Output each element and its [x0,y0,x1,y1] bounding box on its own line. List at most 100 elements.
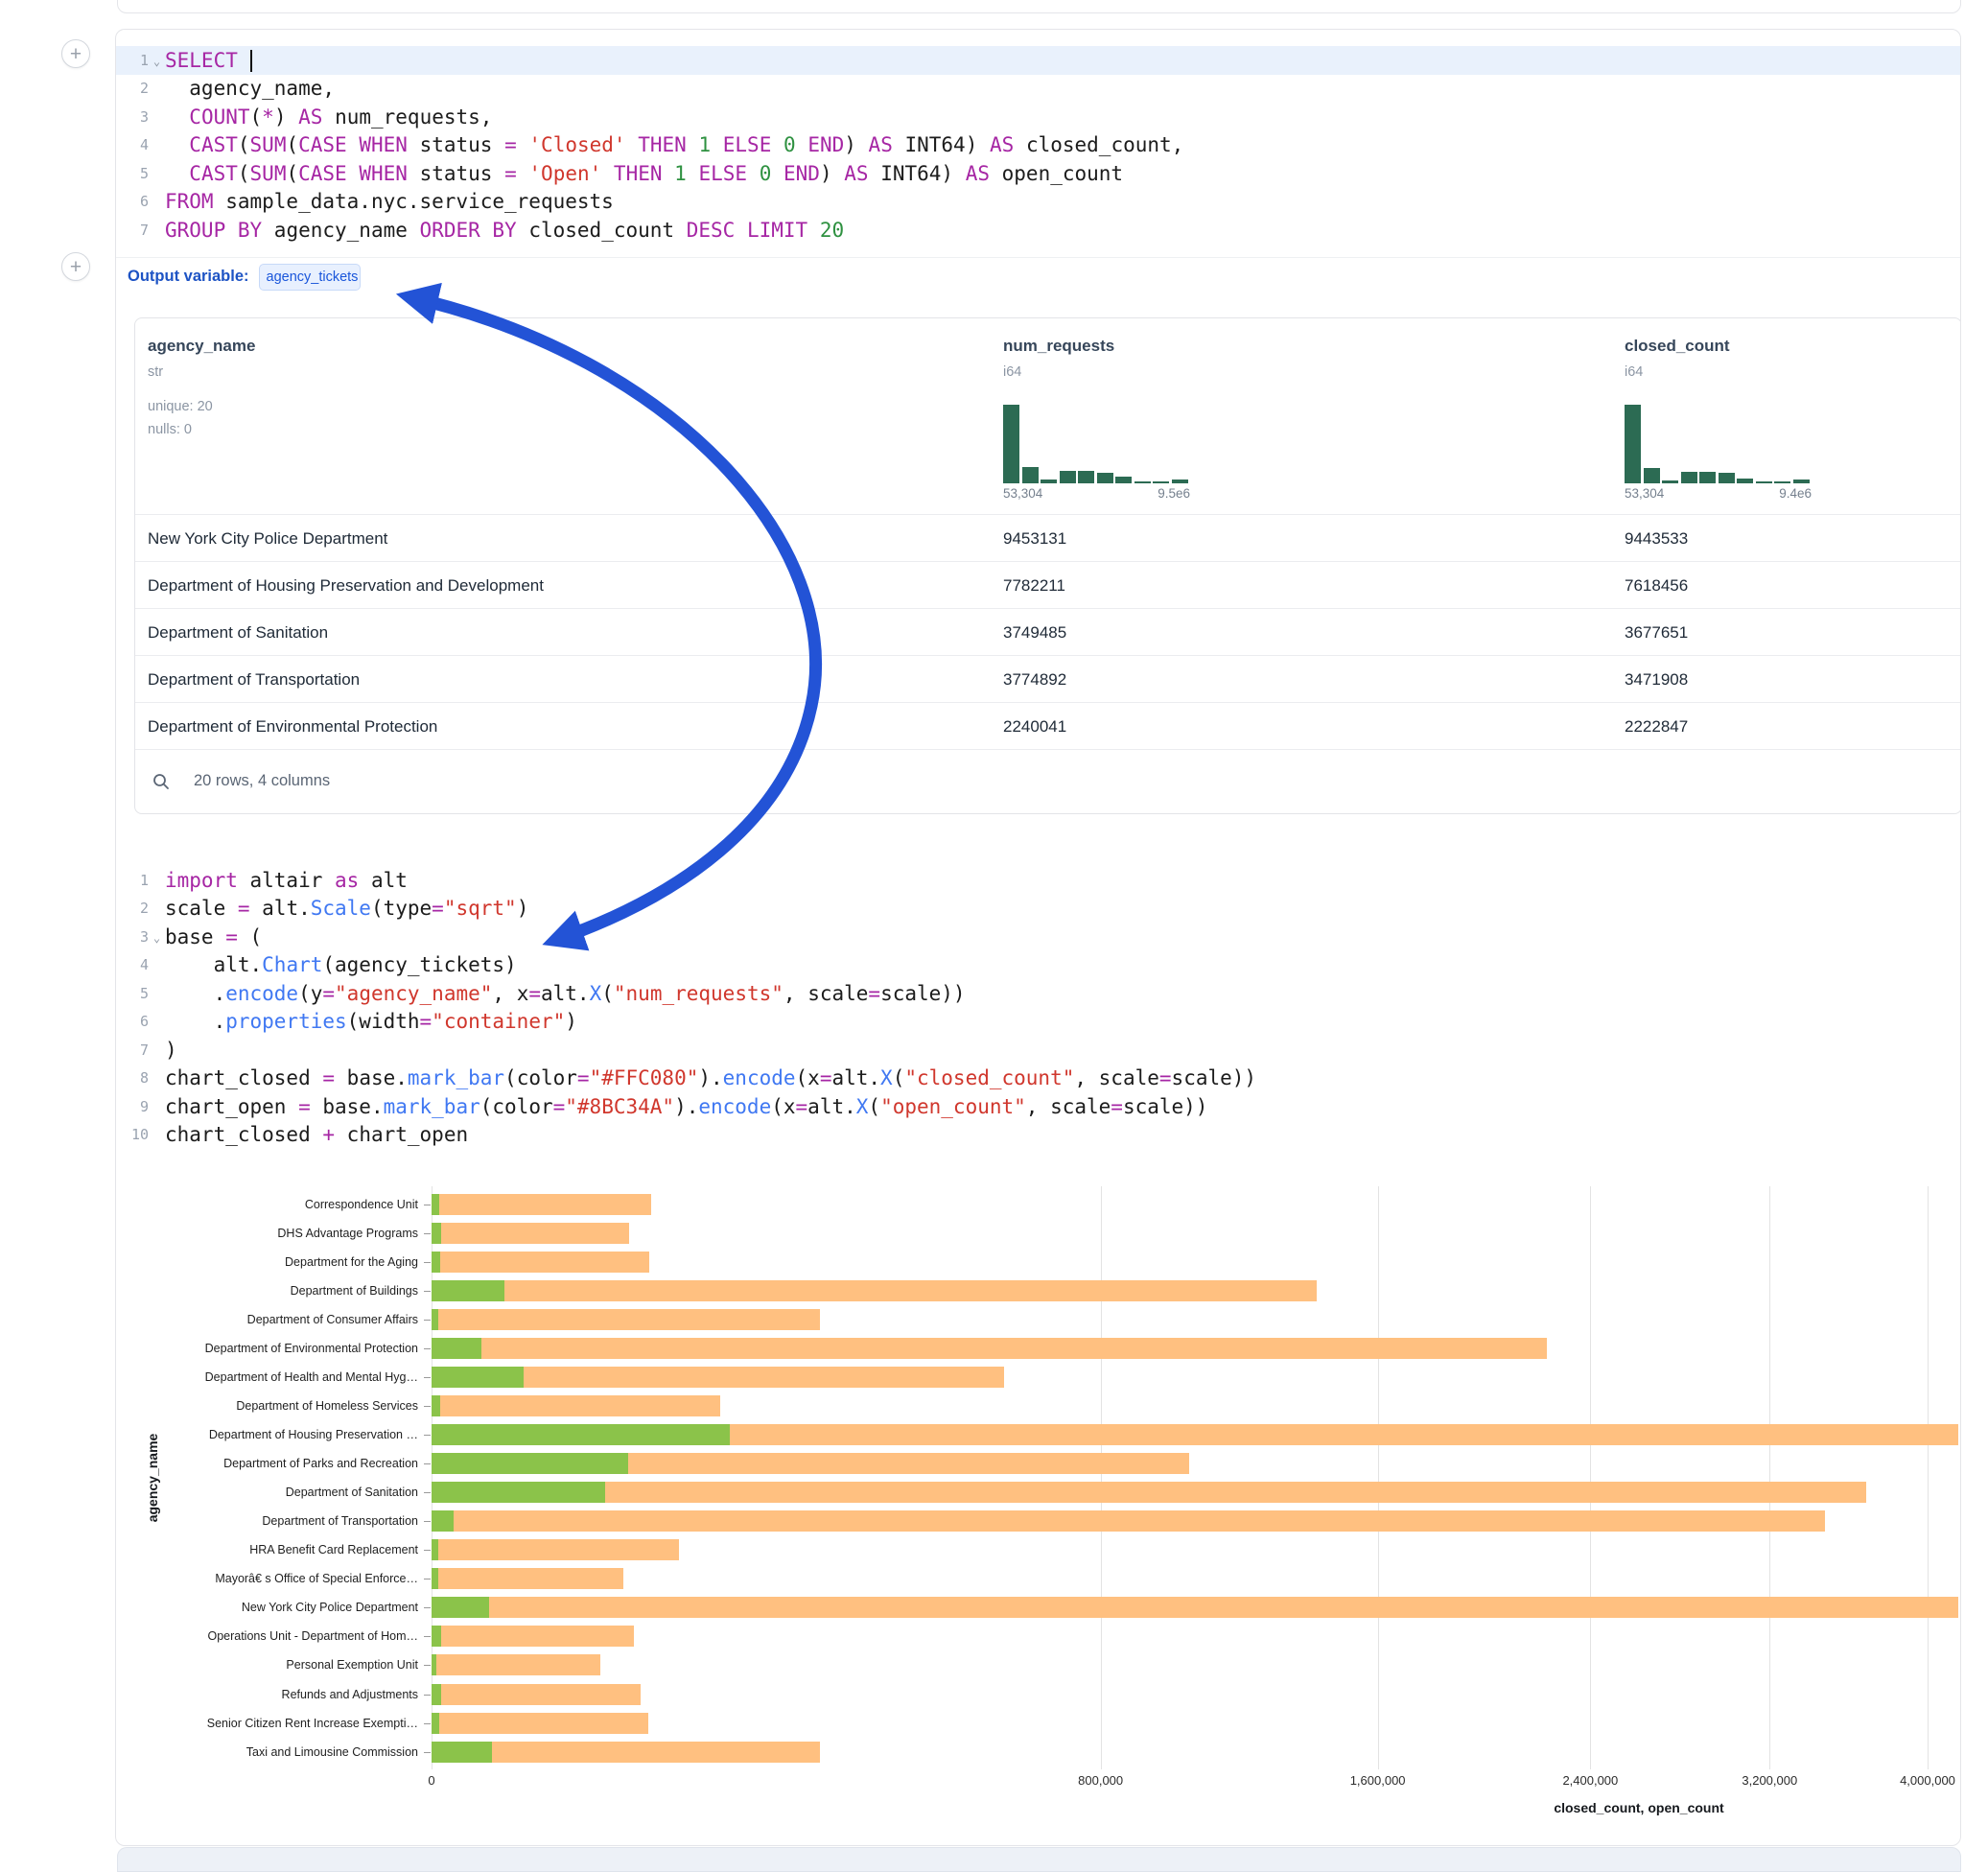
code-line[interactable]: 2 agency_name, [116,75,1960,104]
table-row[interactable]: Department of Housing Preservation and D… [135,561,1961,609]
y-axis-label: Operations Unit - Department of Hom… [116,1628,418,1644]
closed_count-bar[interactable] [432,1539,679,1560]
open_count-bar[interactable] [432,1713,439,1734]
output-variable-chip[interactable]: agency_tickets [259,264,361,291]
code-line[interactable]: 5 CAST(SUM(CASE WHEN status = 'Open' THE… [116,159,1960,188]
closed_count-bar[interactable] [432,1713,648,1734]
closed_count-bar[interactable] [432,1684,641,1705]
code-line[interactable]: 7GROUP BY agency_name ORDER BY closed_co… [116,216,1960,245]
open_count-bar[interactable] [432,1280,504,1301]
code-line[interactable]: 5 .encode(y="agency_name", x=alt.X("num_… [116,979,1960,1008]
closed_count-bar[interactable] [432,1654,600,1675]
code-line[interactable]: 6FROM sample_data.nyc.service_requests [116,188,1960,217]
table-row[interactable]: Department of Transportation377489234719… [135,655,1961,703]
table-cell: Department of Housing Preservation and D… [148,562,544,609]
code-line[interactable]: 1import altair as alt [116,866,1960,895]
fold-chevron-slot [149,1105,165,1108]
y-tick [424,1262,431,1263]
y-axis-label: New York City Police Department [116,1600,418,1615]
fold-chevron-icon[interactable]: ⌄ [149,52,165,68]
open_count-bar[interactable] [432,1194,439,1215]
line-number: 10 [116,1126,149,1143]
open_count-bar[interactable] [432,1654,436,1675]
code-line[interactable]: 3⌄base = ( [116,923,1960,951]
x-tick-label: 0 [428,1773,434,1788]
fold-chevron-slot [149,115,165,118]
closed_count-bar[interactable] [432,1280,1317,1301]
line-number: 7 [116,222,149,239]
code-line[interactable]: 4 alt.Chart(agency_tickets) [116,951,1960,980]
closed_count-bar[interactable] [432,1395,720,1416]
closed_count-bar[interactable] [432,1194,651,1215]
code-line[interactable]: 9chart_open = base.mark_bar(color="#8BC3… [116,1092,1960,1121]
closed_count-bar[interactable] [432,1252,649,1273]
code-line[interactable]: 3 COUNT(*) AS num_requests, [116,103,1960,131]
open_count-bar[interactable] [432,1252,440,1273]
column-type: i64 [1625,364,1643,380]
open_count-bar[interactable] [432,1223,441,1244]
open_count-bar[interactable] [432,1338,481,1359]
code-line[interactable]: 6 .properties(width="container") [116,1008,1960,1037]
closed_count-bar[interactable] [432,1597,1958,1618]
y-tick [424,1377,431,1378]
open_count-bar[interactable] [432,1568,438,1589]
notebook-cell: 1⌄SELECT 2 agency_name,3 COUNT(*) AS num… [115,29,1961,1846]
search-icon[interactable] [152,772,171,791]
gridline [1928,1186,1929,1769]
y-axis-label: Department of Buildings [116,1283,418,1299]
code-line[interactable]: 4 CAST(SUM(CASE WHEN status = 'Closed' T… [116,131,1960,160]
code-line[interactable]: 7) [116,1036,1960,1065]
fold-chevron-slot [149,964,165,967]
add-cell-button[interactable]: + [61,252,90,281]
output-variable-row: Output variable: agency_tickets [128,264,361,290]
open_count-bar[interactable] [432,1539,438,1560]
y-axis-label: Department of Environmental Protection [116,1341,418,1356]
y-axis-label: Correspondence Unit [116,1197,418,1212]
closed_count-bar[interactable] [432,1510,1825,1532]
open_count-bar[interactable] [432,1309,438,1330]
open_count-bar[interactable] [432,1626,441,1647]
code-line[interactable]: 2scale = alt.Scale(type="sqrt") [116,895,1960,924]
fold-chevron-slot [149,1077,165,1080]
fold-chevron-slot [149,1048,165,1051]
gridline [1769,1186,1770,1769]
open_count-bar[interactable] [432,1424,730,1445]
open_count-bar[interactable] [432,1482,605,1503]
next-cell-edge [117,1847,1961,1872]
y-axis-label: Department of Parks and Recreation [116,1456,418,1471]
y-axis-label: Personal Exemption Unit [116,1657,418,1673]
line-number: 3 [116,108,149,126]
fold-chevron-icon[interactable]: ⌄ [149,928,165,945]
y-axis-label: Senior Citizen Rent Increase Exempti… [116,1716,418,1731]
y-axis-label: Department of Consumer Affairs [116,1312,418,1327]
closed_count-bar[interactable] [432,1338,1547,1359]
closed_count-bar[interactable] [432,1568,623,1589]
y-tick [424,1579,431,1580]
open_count-bar[interactable] [432,1395,440,1416]
code-line[interactable]: 10chart_closed + chart_open [116,1121,1960,1150]
line-number: 7 [116,1041,149,1059]
table-row[interactable]: New York City Police Department945313194… [135,514,1961,562]
y-axis-label: DHS Advantage Programs [116,1226,418,1241]
table-header: agency_namestrunique: 20nulls: 0num_requ… [135,318,1961,514]
open_count-bar[interactable] [432,1453,628,1474]
closed_count-bar[interactable] [432,1223,629,1244]
python-editor[interactable]: 1import altair as alt2scale = alt.Scale(… [116,866,1960,1149]
open_count-bar[interactable] [432,1510,454,1532]
table-row[interactable]: Department of Sanitation37494853677651 [135,608,1961,656]
open_count-bar[interactable] [432,1597,489,1618]
sql-editor[interactable]: 1⌄SELECT 2 agency_name,3 COUNT(*) AS num… [116,46,1960,245]
line-number: 1 [116,52,149,69]
table-row[interactable]: Department of Environmental Protection22… [135,702,1961,750]
closed_count-bar[interactable] [432,1309,820,1330]
closed_count-bar[interactable] [432,1626,634,1647]
code-line[interactable]: 1⌄SELECT [116,46,1960,75]
open_count-bar[interactable] [432,1742,492,1763]
table-cell: 9453131 [1003,515,1066,562]
table-cell: 2240041 [1003,703,1066,750]
open_count-bar[interactable] [432,1684,441,1705]
closed_count-bar[interactable] [432,1482,1866,1503]
add-cell-button[interactable]: + [61,39,90,68]
code-line[interactable]: 8chart_closed = base.mark_bar(color="#FF… [116,1065,1960,1093]
open_count-bar[interactable] [432,1367,524,1388]
